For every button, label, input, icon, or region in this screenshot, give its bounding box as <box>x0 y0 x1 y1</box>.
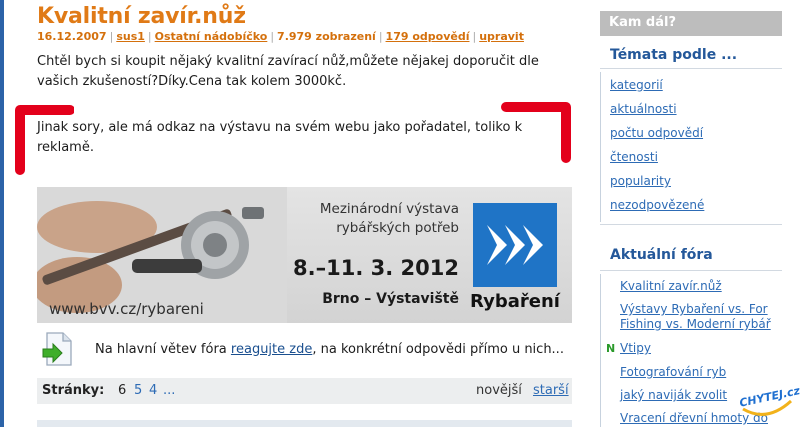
topic-link-reply-count[interactable]: počtu odpovědí <box>610 126 703 140</box>
reply-here-link[interactable]: reagujte zde <box>231 342 312 357</box>
post-paragraph-2: Jinak sory, ale má odkaz na výstavu na s… <box>37 120 523 155</box>
page-link-more[interactable]: ... <box>163 383 175 398</box>
sidebar-divider <box>600 270 782 271</box>
arrows-logo-icon <box>487 225 543 265</box>
meta-separator: | <box>378 30 383 43</box>
new-badge: N <box>606 342 616 355</box>
sidebar-box-header: Kam dál? <box>600 11 782 36</box>
post-paragraph-1: Chtěl bych si koupit nějaký kvalitní zav… <box>37 54 539 89</box>
document-arrow-icon <box>42 332 72 366</box>
post-views: 7.979 zobrazení <box>277 30 376 43</box>
post-category-link[interactable]: Ostatní nádobíčko <box>155 30 268 43</box>
sidebar-divider <box>600 224 782 225</box>
logo-wordmark: Rybaření <box>470 291 560 312</box>
forum-link[interactable]: jaký naviják zvolit <box>620 388 727 402</box>
exhibition-banner-ad[interactable]: Mezinárodní výstava rybářských potřeb 8.… <box>37 187 572 323</box>
topic-link-categories[interactable]: kategorií <box>610 78 663 92</box>
post-title: Kvalitní zavír.nůž <box>37 4 246 29</box>
page-link-4[interactable]: 4 <box>149 383 157 398</box>
reply-suffix: , na konkrétní odpovědi přímo u nich... <box>312 342 564 357</box>
banner-headline-line-1: Mezinárodní výstava <box>319 201 459 217</box>
sidebar-divider <box>600 68 782 69</box>
sidebar: Kam dál? Témata podle ... kategorií aktu… <box>600 0 800 427</box>
current-page: 6 <box>118 383 127 398</box>
topic-link-popularity[interactable]: popularity <box>610 174 671 188</box>
red-bracket-right <box>500 100 576 166</box>
rybareni-logo <box>473 203 557 287</box>
pagination-bar: Stránky: 6 5 4 ... novější starší <box>37 378 572 404</box>
chytej-watermark-logo: CHYTEJ.cz <box>738 383 800 423</box>
topics-heading: Témata podle ... <box>610 47 738 63</box>
reply-prompt: Na hlavní větev fóra reagujte zde, na ko… <box>41 331 581 367</box>
post-meta: 16.12.2007 | sus1 | Ostatní nádobíčko | 7.979 … <box>37 30 524 43</box>
forum-link[interactable]: Výstavy Rybaření vs. For Fishing vs. Mod… <box>620 302 780 332</box>
banner-headline-line-2: rybářských potřeb <box>336 220 459 236</box>
topic-link-unanswered[interactable]: nezodpovězené <box>610 198 704 212</box>
topic-link-recency[interactable]: aktuálnosti <box>610 102 677 116</box>
meta-separator: | <box>472 30 477 43</box>
post-author-link[interactable]: sus1 <box>116 30 145 43</box>
post-replies-link[interactable]: 179 odpovědí <box>386 30 470 43</box>
sidebar-box-title: Kam dál? <box>609 15 676 30</box>
banner-headline: Mezinárodní výstava rybářských potřeb <box>267 200 459 238</box>
banner-dates: 8.–11. 3. 2012 <box>293 256 459 280</box>
reply-prefix: Na hlavní větev fóra <box>95 342 227 357</box>
forums-heading: Aktuální fóra <box>610 247 713 263</box>
older-link[interactable]: starší <box>533 383 569 398</box>
reply-text: Na hlavní větev fóra reagujte zde, na ko… <box>95 342 564 357</box>
meta-separator: | <box>147 30 152 43</box>
post-edit-link[interactable]: upravit <box>479 30 524 43</box>
banner-url: www.bvv.cz/rybareni <box>49 300 204 318</box>
left-page-rail <box>0 0 4 427</box>
meta-separator: | <box>270 30 275 43</box>
page-link-5[interactable]: 5 <box>134 383 142 398</box>
red-bracket-left <box>8 104 74 176</box>
newer-link[interactable]: novější <box>476 383 522 398</box>
topic-link-views[interactable]: čtenosti <box>610 150 658 164</box>
forum-link[interactable]: Fotografování ryb <box>620 365 726 379</box>
post-date: 16.12.2007 <box>37 30 107 43</box>
meta-separator: | <box>109 30 114 43</box>
forum-post: Kvalitní zavír.nůž 16.12.2007 | sus1 | Ostat… <box>37 0 577 427</box>
banner-venue: Brno – Výstaviště <box>322 291 459 307</box>
topics-list: kategorií aktuálnosti počtu odpovědí čte… <box>600 72 783 222</box>
pagination-label: Stránky: <box>42 383 105 398</box>
next-post-strip <box>37 420 572 427</box>
forum-link[interactable]: Kvalitní zavír.nůž <box>620 279 722 293</box>
forum-link[interactable]: Vtipy <box>620 341 651 355</box>
